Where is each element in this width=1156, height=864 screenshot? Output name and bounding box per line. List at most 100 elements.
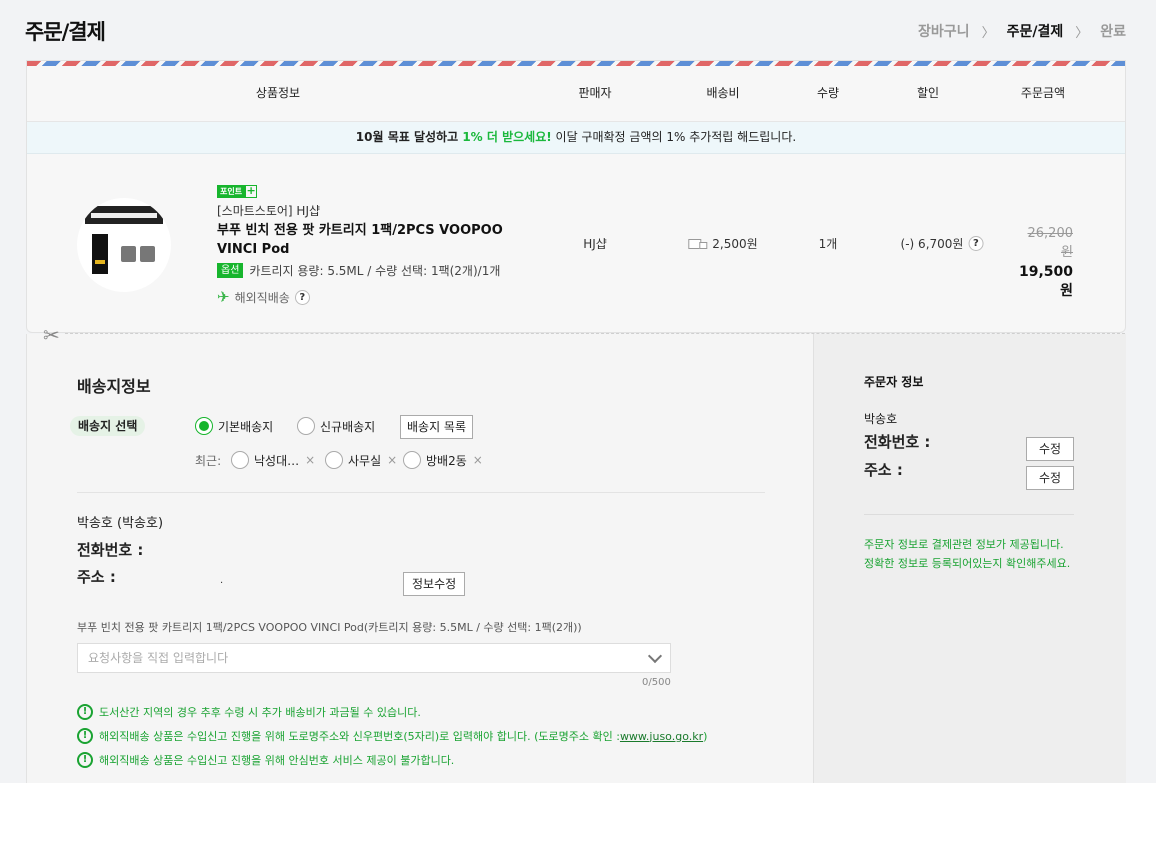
recent-address-label: 방배2동	[426, 453, 467, 468]
receiver-name: 박송호 (박송호)	[77, 516, 164, 531]
divider	[77, 492, 765, 493]
product-option: 옵션 카트리지 용량: 5.5ML / 수량 선택: 1팩(2개)/1개	[217, 262, 500, 279]
step-complete: 완료	[1100, 24, 1126, 40]
edit-phone-button[interactable]: 수정	[1026, 437, 1074, 461]
quantity: 1개	[818, 237, 838, 251]
thumbnail-pod	[140, 246, 155, 262]
orderer-name: 박송호	[864, 412, 898, 426]
thumbnail-banner	[85, 206, 163, 224]
page-title: 주문/결제	[25, 20, 106, 44]
receiver-address-value: .	[220, 575, 224, 586]
seller-name: HJ샵	[583, 237, 607, 251]
remove-icon[interactable]: ×	[473, 453, 483, 467]
promo-desc: 이달 구매확정 금액의 1% 추가적립 해드립니다.	[551, 130, 797, 144]
recent-address-3[interactable]: 방배2동 ×	[403, 451, 483, 469]
help-icon[interactable]: ?	[294, 289, 310, 305]
discount: (-) 6,700원 ?	[901, 235, 984, 252]
step-cart: 장바구니	[918, 24, 970, 40]
promo-banner: 10월 목표 달성하고 1% 더 받으세요! 이달 구매확정 금액의 1% 추가…	[27, 122, 1125, 154]
radio-checked-icon[interactable]	[195, 417, 213, 435]
radio-new-address[interactable]: 신규배송지	[297, 417, 375, 435]
col-discount: 할인	[916, 86, 940, 100]
recent-address-2[interactable]: 사무실 ×	[325, 451, 397, 469]
recent-label: 최근:	[195, 454, 222, 468]
notice-remote-area: ! 도서산간 지역의 경우 추후 수령 시 추가 배송비가 과금될 수 있습니다…	[77, 704, 421, 720]
col-seller: 판매자	[578, 86, 612, 100]
address-list-button[interactable]: 배송지 목록	[400, 415, 474, 439]
col-order-amount: 주문금액	[1020, 86, 1066, 100]
delivery-request-placeholder: 요청사항을 직접 입력합니다	[88, 651, 229, 665]
chevron-right-icon: 〉	[981, 25, 995, 41]
radio-unchecked-icon[interactable]	[231, 451, 249, 469]
notice-text: 도서산간 지역의 경우 추후 수령 시 추가 배송비가 과금될 수 있습니다.	[99, 706, 421, 719]
receiver-phone-label: 전화번호 :	[77, 541, 144, 559]
col-qty: 수량	[816, 86, 840, 100]
address-select-label: 배송지 선택	[70, 416, 146, 436]
radio-unchecked-icon[interactable]	[403, 451, 421, 469]
shipping-info-title: 배송지정보	[77, 377, 151, 396]
scissors-icon: ✂	[43, 323, 60, 347]
order-product-card: 상품정보 판매자 배송비 수량 할인 주문금액 10월 목표 달성하고 1% 더…	[26, 60, 1126, 333]
receiver-address-label: 주소 :	[77, 568, 116, 586]
request-product-title: 부푸 빈치 전용 팟 카트리지 1팩/2PCS VOOPOO VINCI Pod…	[77, 621, 582, 634]
orderer-address-label: 주소 :	[864, 461, 903, 479]
remove-icon[interactable]: ×	[387, 453, 397, 467]
option-text: 카트리지 용량: 5.5ML / 수량 선택: 1팩(2개)/1개	[249, 264, 501, 278]
divider	[864, 514, 1074, 515]
discount-value: (-) 6,700원	[900, 237, 964, 251]
overseas-shipping: ✈ 해외직배송 ?	[217, 288, 310, 306]
col-shipping: 배송비	[706, 86, 740, 100]
truck-icon	[688, 238, 708, 249]
product-name[interactable]: 부푸 빈치 전용 팟 카트리지 1팩/2PCS VOOPOO VINCI Pod	[217, 221, 517, 259]
store-name[interactable]: [스마트스토어] HJ샵	[217, 202, 320, 219]
radio-unchecked-icon[interactable]	[297, 417, 315, 435]
promo-goal: 10월 목표 달성하고	[355, 130, 463, 144]
recent-address-label: 사무실	[348, 453, 382, 468]
thumbnail-pod	[121, 246, 136, 262]
chevron-right-icon: 〉	[1075, 25, 1089, 41]
help-icon[interactable]: ?	[968, 236, 984, 251]
alert-icon: !	[77, 728, 93, 744]
table-header: 상품정보 판매자 배송비 수량 할인 주문금액	[27, 66, 1125, 122]
orderer-phone-label: 전화번호 :	[864, 433, 931, 451]
final-price: 19,500원	[1018, 264, 1073, 299]
edit-address-button[interactable]: 수정	[1026, 466, 1074, 490]
point-badge-label: 포인트	[217, 185, 246, 198]
alert-icon: !	[77, 752, 93, 768]
cut-line	[65, 333, 1125, 334]
option-tag: 옵션	[217, 263, 244, 278]
radio-unchecked-icon[interactable]	[325, 451, 343, 469]
remove-icon[interactable]: ×	[305, 453, 315, 467]
overseas-label: 해외직배송	[234, 290, 290, 305]
airplane-icon: ✈	[217, 288, 230, 306]
notice-text: 해외직배송 상품은 수입신고 진행을 위해 안심번호 서비스 제공이 불가합니다…	[99, 754, 455, 767]
col-product-info: 상품정보	[255, 86, 301, 100]
delivery-request-select[interactable]: 요청사항을 직접 입력합니다	[77, 643, 671, 673]
char-counter: 0/500	[642, 677, 671, 688]
notice-road-address: ! 해외직배송 상품은 수입신고 진행을 위해 도로명주소와 신우편번호(5자리…	[77, 728, 707, 744]
chevron-down-icon[interactable]	[647, 648, 663, 664]
juso-link[interactable]: www.juso.go.kr	[620, 730, 703, 743]
shipping-fee: 2,500원	[688, 235, 758, 252]
radio-default-label: 기본배송지	[218, 419, 274, 434]
notice-text: 해외직배송 상품은 수입신고 진행을 위해 도로명주소와 신우편번호(5자리)로…	[99, 730, 620, 743]
notice-safe-number: ! 해외직배송 상품은 수입신고 진행을 위해 안심번호 서비스 제공이 불가합…	[77, 752, 454, 768]
promo-percent: 1% 더 받으세요!	[462, 130, 552, 144]
notice-tail: )	[703, 729, 708, 743]
orderer-title: 주문자 정보	[864, 375, 924, 389]
thumbnail-package	[92, 234, 108, 274]
shipping-fee-value: 2,500원	[712, 237, 758, 251]
orderer-note: 주문자 정보로 결제관련 정보가 제공됩니다. 정확한 정보로 등록되어있는지 …	[864, 538, 1071, 570]
radio-default-address[interactable]: 기본배송지	[195, 417, 273, 435]
recent-address-1[interactable]: 낙성대… ×	[231, 451, 315, 469]
edit-info-button[interactable]: 정보수정	[403, 572, 466, 596]
original-price: 26,200원	[1027, 226, 1074, 260]
point-badge: 포인트 +	[217, 184, 258, 198]
order-steps: 장바구니 〉 주문/결제 〉 완료	[918, 21, 1126, 41]
order-price: 26,200원 19,500원	[1019, 226, 1073, 300]
order-page: 주문/결제 장바구니 〉 주문/결제 〉 완료 상품정보 판매자 배송비 수량 …	[0, 0, 1156, 783]
radio-new-label: 신규배송지	[320, 419, 376, 434]
recent-address-label: 낙성대…	[254, 453, 300, 468]
plus-icon: +	[245, 184, 258, 198]
product-thumbnail[interactable]	[77, 198, 171, 292]
